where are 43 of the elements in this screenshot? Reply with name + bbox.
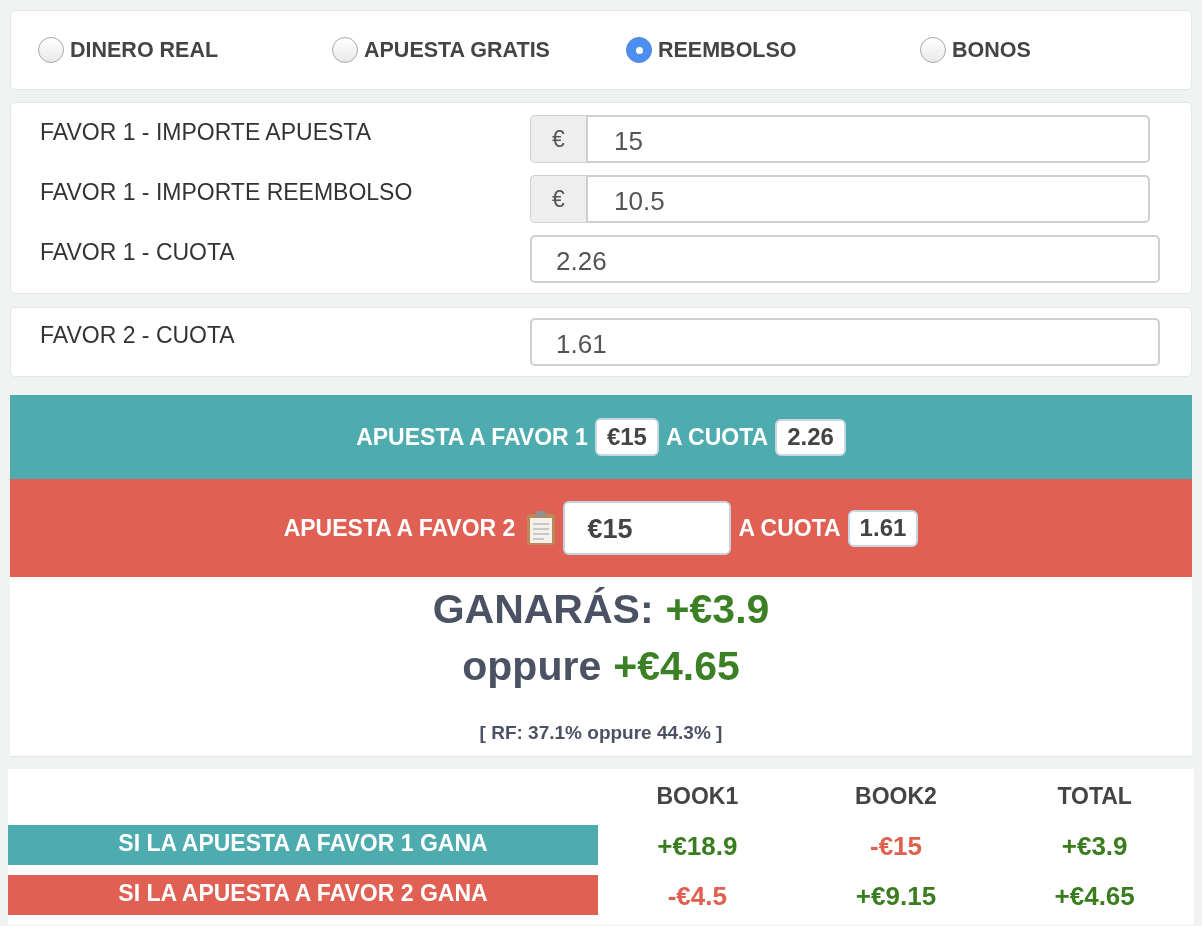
profit-label: GANARÁS:	[432, 586, 654, 632]
odds-badge: 1.61	[847, 509, 919, 547]
bet-label: APUESTA A FAVOR 1	[356, 423, 588, 451]
input-field[interactable]: 10.5	[586, 175, 1150, 223]
radio-icon[interactable]	[626, 37, 652, 63]
odds-label: A CUOTA	[665, 423, 769, 451]
radio-icon[interactable]	[332, 37, 358, 63]
odds-label: A CUOTA	[738, 514, 841, 542]
row-label: SI LA APUESTA A FAVOR 2 GANA	[8, 875, 598, 915]
clipboard-icon[interactable]	[526, 510, 557, 546]
input-field[interactable]: 2.26	[530, 235, 1160, 283]
euro-prefix: €	[530, 175, 586, 223]
radio-option[interactable]: BONOS	[920, 37, 1031, 63]
column-header: BOOK1	[656, 782, 739, 810]
radio-icon[interactable]	[920, 37, 946, 63]
column-header: BOOK2	[855, 782, 937, 810]
radio-option[interactable]: REEMBOLSO	[626, 37, 797, 63]
field-label: FAVOR 1 - IMPORTE REEMBOLSO	[40, 178, 413, 206]
column-header: TOTAL	[1057, 782, 1132, 810]
table-cell: +€3.9	[1061, 830, 1128, 862]
table-cell: +€18.9	[657, 830, 738, 862]
input-field[interactable]: 15	[586, 115, 1150, 163]
field-label: FAVOR 2 - CUOTA	[40, 321, 235, 349]
profit-label: oppure	[462, 643, 602, 689]
bet-label: APUESTA A FAVOR 2	[283, 514, 516, 542]
profit-value: +€3.9	[665, 586, 770, 632]
table-cell: -€4.5	[667, 880, 727, 912]
field-label: FAVOR 1 - IMPORTE APUESTA	[40, 118, 372, 146]
row-label: SI LA APUESTA A FAVOR 1 GANA	[8, 825, 598, 865]
amount-badge: €15	[594, 418, 659, 456]
odds-badge: 2.26	[775, 418, 846, 456]
radio-icon[interactable]	[38, 37, 64, 63]
table-cell: +€9.15	[855, 880, 937, 912]
input-field[interactable]: 1.61	[530, 318, 1160, 366]
profit-value: +€4.65	[613, 643, 740, 689]
radio-option[interactable]: APUESTA GRATIS	[332, 37, 550, 63]
euro-prefix: €	[530, 115, 586, 163]
field-label: FAVOR 1 - CUOTA	[40, 238, 235, 266]
rating-note: [ RF: 37.1% oppure 44.3% ]	[479, 722, 723, 744]
table-cell: +€4.65	[1054, 880, 1135, 912]
radio-option[interactable]: DINERO REAL	[38, 37, 219, 63]
table-cell: -€15	[869, 830, 922, 862]
amount-input[interactable]: €15	[563, 501, 732, 555]
